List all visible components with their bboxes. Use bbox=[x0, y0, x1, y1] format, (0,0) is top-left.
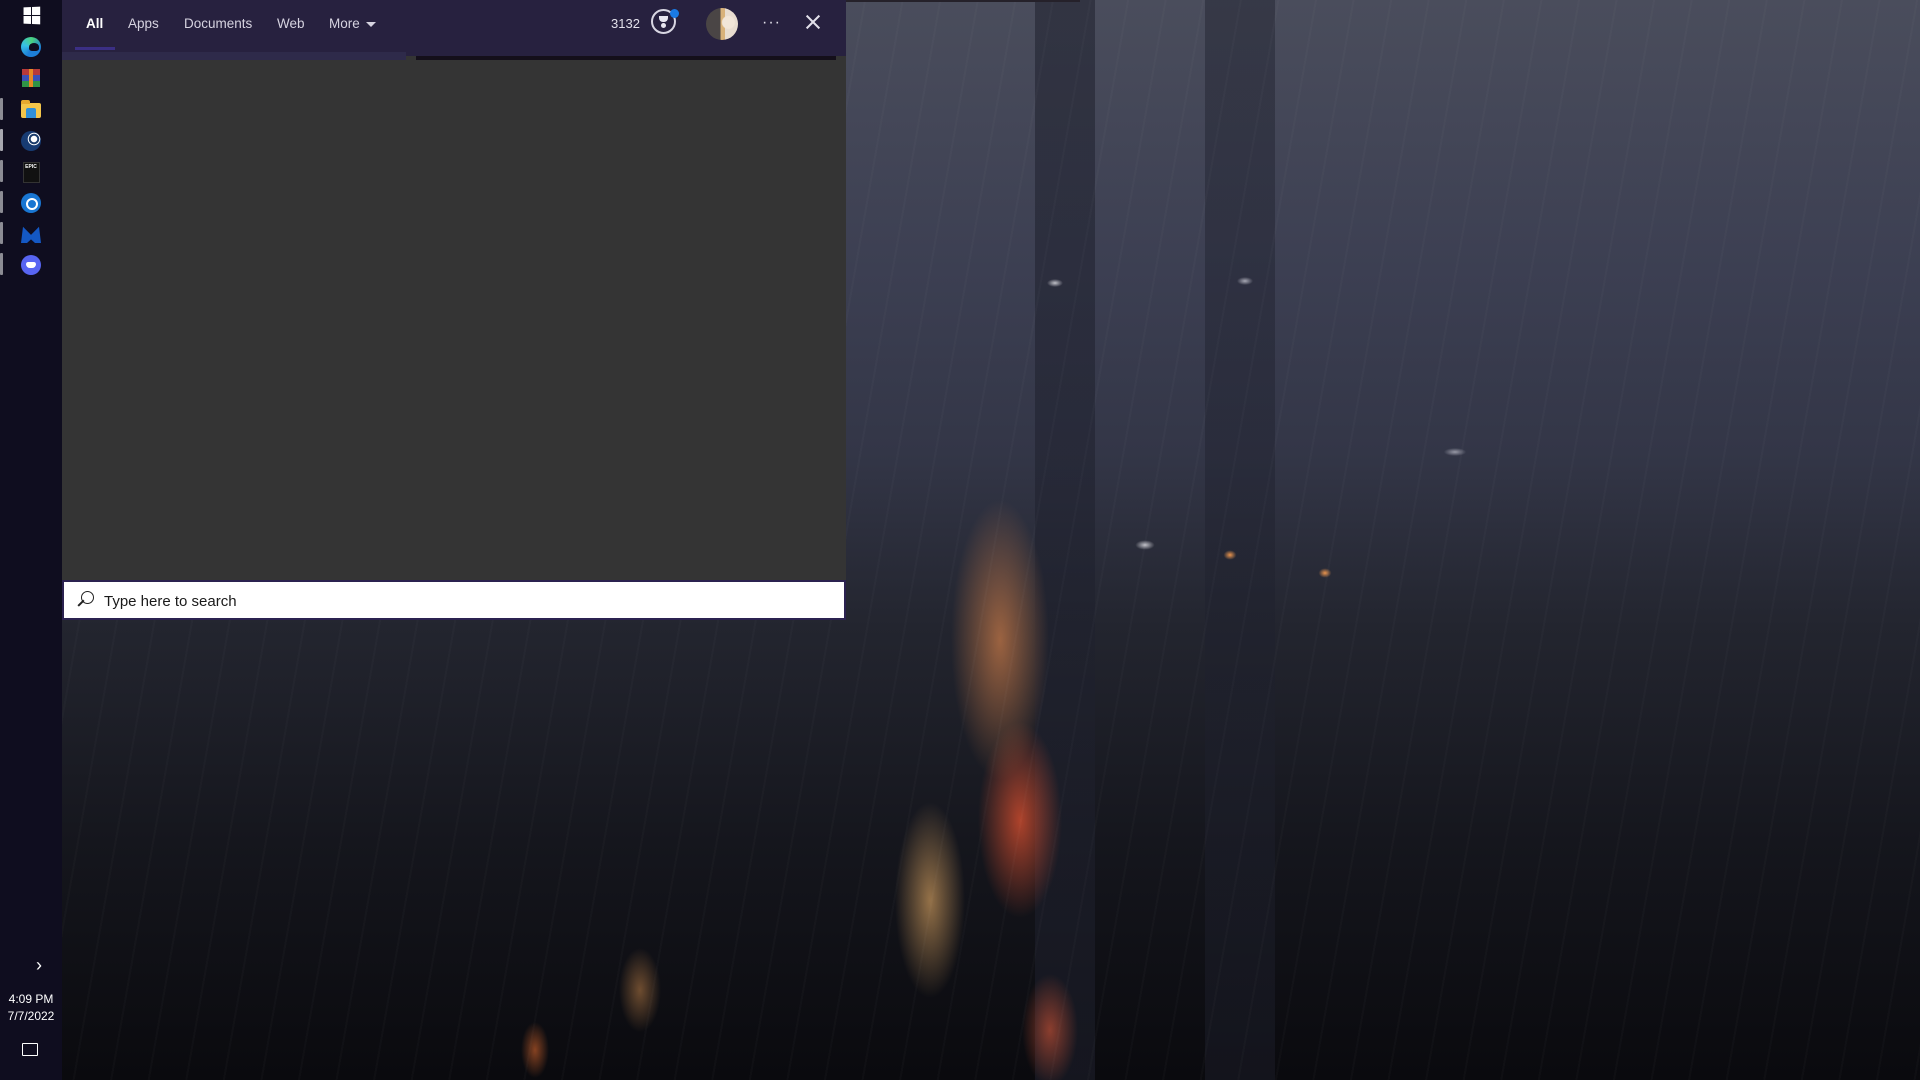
malwarebytes-icon bbox=[21, 226, 41, 243]
search-results-area bbox=[62, 60, 846, 580]
winrar-icon bbox=[22, 69, 40, 87]
start-button[interactable] bbox=[19, 3, 43, 27]
chevron-down-icon bbox=[365, 21, 376, 27]
taskbar-battle-net[interactable] bbox=[19, 191, 43, 215]
battlenet-icon bbox=[21, 193, 41, 213]
action-center-button[interactable] bbox=[22, 1043, 40, 1059]
active-tab-indicator bbox=[75, 47, 115, 50]
running-indicator bbox=[0, 222, 3, 244]
search-panel-header: All Apps Documents Web More 3132 ··· bbox=[62, 0, 846, 52]
steam-icon bbox=[21, 131, 41, 151]
tab-more-label: More bbox=[329, 16, 360, 31]
taskbar: EPIC › 4:09 PM 7/7/2022 bbox=[0, 0, 62, 1080]
taskbar-winrar[interactable] bbox=[19, 66, 43, 90]
clock-date: 7/7/2022 bbox=[7, 1009, 55, 1023]
running-indicator bbox=[0, 191, 3, 213]
running-indicator bbox=[0, 253, 3, 275]
trophy-base-shape bbox=[661, 23, 666, 28]
rewards-button[interactable] bbox=[651, 9, 679, 37]
edge-icon bbox=[21, 37, 41, 57]
rewards-points: 3132 bbox=[611, 16, 640, 31]
tab-all[interactable]: All bbox=[86, 16, 103, 31]
tab-more[interactable]: More bbox=[329, 16, 376, 31]
chevron-right-icon: › bbox=[36, 955, 42, 975]
search-icon bbox=[76, 591, 94, 609]
tab-apps[interactable]: Apps bbox=[128, 16, 159, 31]
taskbar-edge[interactable] bbox=[19, 35, 43, 59]
show-hidden-icons-button[interactable]: › bbox=[36, 955, 56, 975]
search-input[interactable] bbox=[102, 582, 836, 620]
running-indicator bbox=[0, 98, 3, 120]
top-edge-line bbox=[846, 0, 1080, 2]
windows-icon bbox=[23, 6, 40, 24]
tab-documents[interactable]: Documents bbox=[184, 16, 252, 31]
taskbar-epic-games[interactable]: EPIC bbox=[19, 160, 43, 184]
folder-icon bbox=[21, 99, 41, 118]
search-panel: All Apps Documents Web More 3132 ··· bbox=[62, 0, 846, 620]
taskbar-discord[interactable] bbox=[19, 253, 43, 277]
action-center-icon bbox=[22, 1043, 38, 1056]
header-divider bbox=[62, 52, 406, 60]
tab-web[interactable]: Web bbox=[277, 16, 305, 31]
epic-games-icon: EPIC bbox=[22, 161, 40, 183]
taskbar-steam[interactable] bbox=[19, 129, 43, 153]
clock-time: 4:09 PM bbox=[8, 992, 54, 1006]
avatar[interactable] bbox=[706, 8, 738, 40]
more-options-button[interactable]: ··· bbox=[762, 14, 781, 32]
search-box[interactable] bbox=[62, 580, 846, 620]
running-indicator bbox=[0, 160, 3, 182]
close-button[interactable] bbox=[803, 12, 823, 32]
notification-dot bbox=[670, 9, 679, 18]
taskbar-malwarebytes[interactable] bbox=[19, 222, 43, 246]
taskbar-file-explorer[interactable] bbox=[19, 98, 43, 122]
active-indicator bbox=[0, 129, 3, 151]
discord-icon bbox=[21, 255, 41, 275]
